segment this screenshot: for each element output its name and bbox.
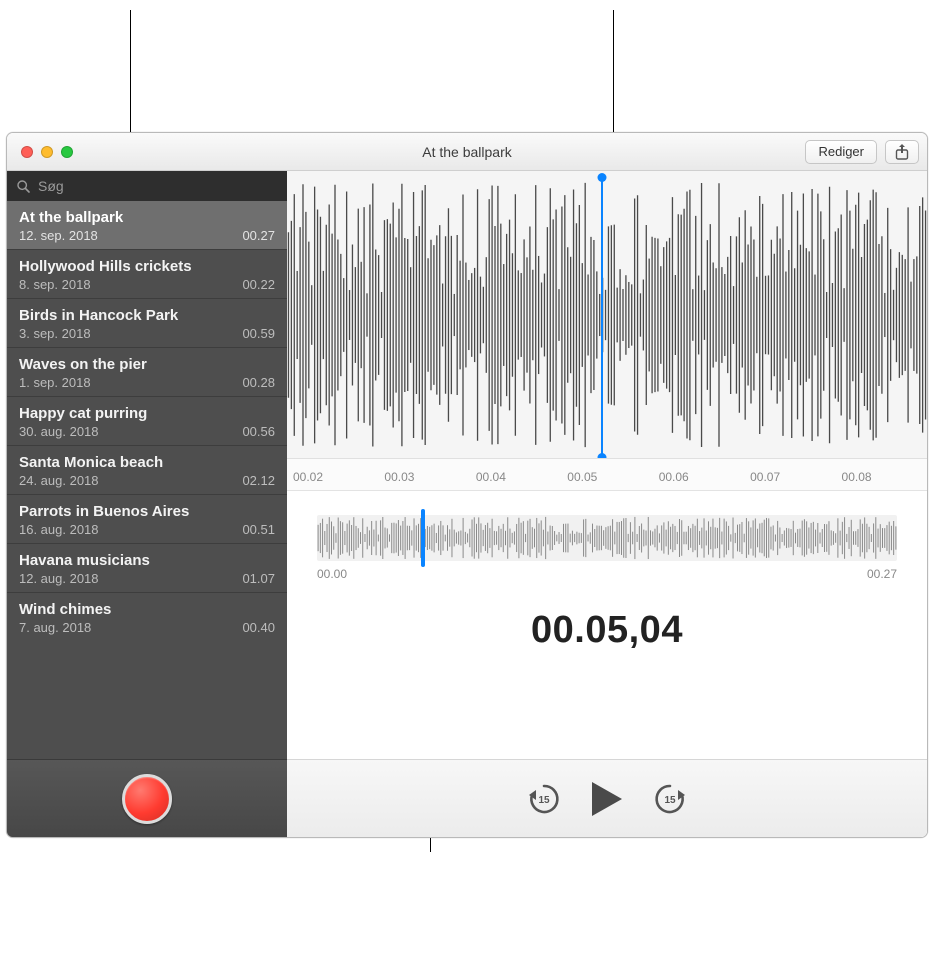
skip-back-button[interactable]: 15 [526, 781, 562, 817]
recording-title: Santa Monica beach [19, 454, 275, 471]
recording-duration: 01.07 [242, 571, 275, 586]
recording-row[interactable]: Santa Monica beach 24. aug. 2018 02.12 [7, 445, 287, 494]
recording-duration: 00.56 [242, 424, 275, 439]
play-button[interactable] [590, 780, 624, 818]
sidebar: At the ballpark 12. sep. 2018 00.27 Hollywo… [7, 171, 287, 837]
recordings-list: At the ballpark 12. sep. 2018 00.27 Hollywo… [7, 201, 287, 759]
recording-date: 3. sep. 2018 [19, 326, 91, 341]
edit-button[interactable]: Rediger [805, 140, 877, 164]
recording-duration: 02.12 [242, 473, 275, 488]
recording-date: 8. sep. 2018 [19, 277, 91, 292]
overview-playhead[interactable] [421, 509, 425, 567]
waveform-graphic [287, 171, 927, 459]
ruler-tick: 00.02 [287, 470, 378, 484]
svg-text:15: 15 [538, 795, 550, 806]
app-window: At the ballpark Rediger [6, 132, 928, 838]
sidebar-footer [7, 759, 287, 837]
recording-title: Waves on the pier [19, 356, 275, 373]
playhead[interactable] [601, 177, 603, 458]
search-input[interactable] [38, 178, 277, 194]
recording-title: Happy cat purring [19, 405, 275, 422]
recording-title: At the ballpark [19, 209, 275, 226]
skip-back-icon: 15 [526, 781, 562, 817]
play-icon [590, 780, 624, 818]
recording-date: 1. sep. 2018 [19, 375, 91, 390]
minimize-window-button[interactable] [41, 146, 53, 158]
recording-title: Birds in Hancock Park [19, 307, 275, 324]
titlebar: At the ballpark Rediger [7, 133, 927, 171]
waveform-zoomed[interactable]: 00.0200.0300.0400.0500.0600.0700.08 [287, 171, 927, 491]
recording-duration: 00.22 [242, 277, 275, 292]
window-title: At the ballpark [7, 144, 927, 160]
zoom-window-button[interactable] [61, 146, 73, 158]
search-field[interactable] [7, 171, 287, 201]
search-icon [17, 180, 30, 193]
share-icon [895, 144, 909, 160]
recording-row[interactable]: At the ballpark 12. sep. 2018 00.27 [7, 201, 287, 249]
ruler-tick: 00.08 [836, 470, 927, 484]
recording-row[interactable]: Happy cat purring 30. aug. 2018 00.56 [7, 396, 287, 445]
overview-graphic [317, 515, 897, 561]
recording-row[interactable]: Havana musicians 12. aug. 2018 01.07 [7, 543, 287, 592]
recording-row[interactable]: Waves on the pier 1. sep. 2018 00.28 [7, 347, 287, 396]
recording-row[interactable]: Parrots in Buenos Aires 16. aug. 2018 00.5… [7, 494, 287, 543]
recording-date: 7. aug. 2018 [19, 620, 91, 635]
recording-title: Wind chimes [19, 601, 275, 618]
waveform-overview[interactable]: 00.00 00.27 [287, 491, 927, 581]
recording-date: 16. aug. 2018 [19, 522, 99, 537]
overview-start-label: 00.00 [317, 567, 347, 581]
svg-text:15: 15 [664, 795, 676, 806]
skip-forward-icon: 15 [652, 781, 688, 817]
recording-duration: 00.59 [242, 326, 275, 341]
ruler-tick: 00.04 [470, 470, 561, 484]
overview-end-label: 00.27 [867, 567, 897, 581]
skip-forward-button[interactable]: 15 [652, 781, 688, 817]
recording-duration: 00.27 [242, 228, 275, 243]
ruler-tick: 00.05 [561, 470, 652, 484]
recording-row[interactable]: Hollywood Hills crickets 8. sep. 2018 00.2… [7, 249, 287, 298]
close-window-button[interactable] [21, 146, 33, 158]
ruler-tick: 00.03 [378, 470, 469, 484]
record-button[interactable] [122, 774, 172, 824]
recording-title: Havana musicians [19, 552, 275, 569]
recording-date: 12. aug. 2018 [19, 571, 99, 586]
ruler-tick: 00.07 [744, 470, 835, 484]
ruler-tick: 00.06 [653, 470, 744, 484]
time-display: 00.05,04 [287, 609, 927, 652]
recording-date: 30. aug. 2018 [19, 424, 99, 439]
recording-duration: 00.28 [242, 375, 275, 390]
recording-date: 24. aug. 2018 [19, 473, 99, 488]
recording-row[interactable]: Wind chimes 7. aug. 2018 00.40 [7, 592, 287, 641]
recording-date: 12. sep. 2018 [19, 228, 98, 243]
recording-row[interactable]: Birds in Hancock Park 3. sep. 2018 00.59 [7, 298, 287, 347]
recording-duration: 00.51 [242, 522, 275, 537]
playback-controls: 15 15 [287, 759, 927, 837]
recording-title: Hollywood Hills crickets [19, 258, 275, 275]
recording-duration: 00.40 [242, 620, 275, 635]
window-controls [15, 146, 73, 158]
share-button[interactable] [885, 140, 919, 164]
recording-title: Parrots in Buenos Aires [19, 503, 275, 520]
time-ruler: 00.0200.0300.0400.0500.0600.0700.08 [287, 458, 927, 490]
detail-pane: 00.0200.0300.0400.0500.0600.0700.08 00.0… [287, 171, 927, 837]
